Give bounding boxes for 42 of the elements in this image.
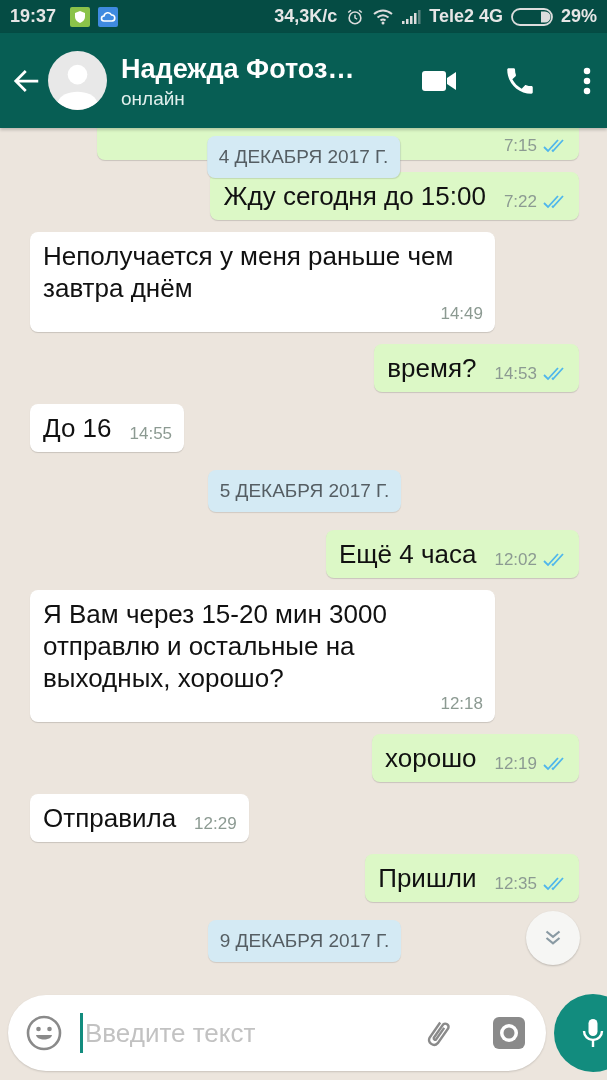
- message-input-field[interactable]: Введите текст: [8, 995, 546, 1071]
- message-text: время?: [387, 352, 477, 384]
- message-text: Я Вам через 15-20 мин 3000 отправлю и остальные на выходных, хорошо?: [43, 598, 388, 694]
- message-time: 12:35: [494, 874, 537, 894]
- contact-name[interactable]: Надежда Фотоз…: [121, 51, 407, 86]
- cloud-app-icon: [98, 6, 119, 27]
- video-call-icon[interactable]: [421, 68, 457, 93]
- clock-time: 19:37: [10, 6, 57, 27]
- battery-percent: 29%: [560, 6, 597, 27]
- message-text: Ещё 4 часа: [338, 538, 477, 570]
- message-time: 12:19: [494, 754, 537, 774]
- menu-icon[interactable]: [583, 65, 591, 96]
- carrier-name: Tele2 4G: [429, 6, 503, 27]
- text-cursor: [80, 1013, 83, 1053]
- camera-icon[interactable]: [492, 1016, 526, 1050]
- message-text: Пришли: [378, 862, 477, 894]
- signal-icon: [401, 7, 422, 26]
- microphone-icon[interactable]: [581, 1018, 605, 1048]
- message-time: 14:49: [440, 304, 483, 324]
- contact-status: онлайн: [121, 87, 186, 110]
- network-speed: 34,3K/с: [274, 6, 338, 27]
- message-text: Жду сегодня до 15:00: [223, 180, 486, 212]
- message-time: 12:29: [194, 814, 237, 834]
- message-text: До 16: [43, 412, 112, 444]
- battery-icon: [510, 7, 553, 26]
- date-chip: 4 ДЕКАБРЯ 2017 Г.: [206, 136, 401, 178]
- message-text: хорошо: [385, 742, 477, 774]
- message-text: Неполучается у меня раньше чем завтра днём: [43, 240, 455, 304]
- message-input[interactable]: Введите текст: [83, 1017, 420, 1049]
- date-chip: 5 ДЕКАБРЯ 2017 Г.: [207, 470, 402, 512]
- message-time: 7:15: [503, 136, 537, 156]
- shield-app-icon: [70, 6, 91, 27]
- smiley-icon[interactable]: [26, 1015, 62, 1051]
- date-chip: 9 ДЕКАБРЯ 2017 Г.: [207, 920, 402, 962]
- message-time: 14:55: [129, 424, 173, 444]
- message-time: 14:53: [494, 364, 537, 384]
- message-time: 7:22: [503, 192, 537, 212]
- avatar-icon[interactable]: [48, 51, 107, 110]
- wifi-icon: [373, 7, 394, 26]
- message-text: Отправила: [43, 802, 177, 834]
- message-time: 12:18: [440, 694, 483, 714]
- message-time: 12:02: [494, 550, 537, 570]
